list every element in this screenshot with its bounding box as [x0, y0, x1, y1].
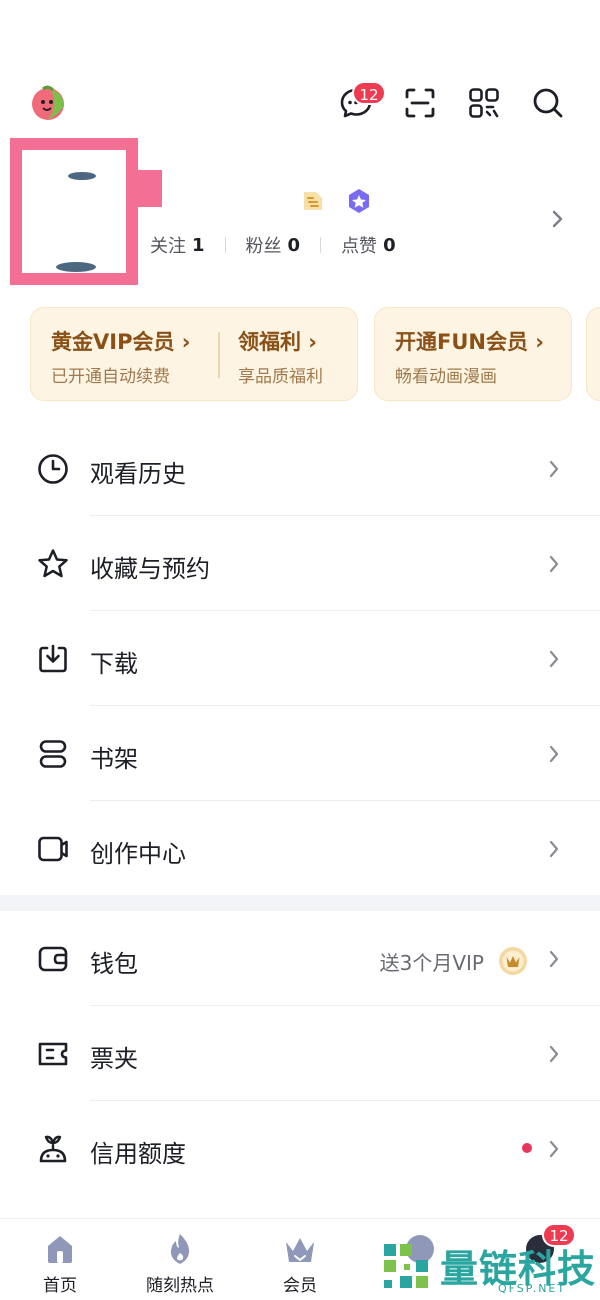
- menu-label: 钱包: [90, 950, 138, 978]
- next-card-peek[interactable]: [586, 307, 600, 401]
- top-bar: 12: [0, 78, 600, 128]
- menu-item-history[interactable]: 观看历史: [0, 421, 600, 516]
- wallet-promo-text: 送3个月VIP: [379, 950, 484, 975]
- chevron-right-icon: [549, 460, 559, 478]
- seedling-icon: [39, 1135, 67, 1163]
- wallet-promo: 送3个月VIP: [380, 946, 528, 976]
- chevron-right-icon: [549, 650, 559, 668]
- stat-likes[interactable]: 点赞 0: [341, 232, 396, 258]
- menu-label: 下载: [90, 650, 138, 678]
- menu-item-credit-limit[interactable]: 信用额度: [0, 1101, 600, 1196]
- fruit-avatar-icon[interactable]: [29, 84, 67, 122]
- message-badge: 12: [352, 81, 386, 105]
- avatar[interactable]: [10, 138, 138, 285]
- menu-label: 收藏与预约: [90, 555, 210, 583]
- nav-home[interactable]: 首页: [10, 1231, 110, 1296]
- menu-item-wallet[interactable]: 钱包 送3个月VIP: [0, 911, 600, 1006]
- menu-item-download[interactable]: 下载: [0, 611, 600, 706]
- watermark: 量链科技 QFSP.NET: [380, 1238, 600, 1298]
- stat-followers[interactable]: 粉丝 0: [246, 232, 301, 258]
- chevron-right-icon: [549, 555, 559, 573]
- nav-hot[interactable]: 随刻热点: [130, 1231, 230, 1296]
- menu-item-bookshelf[interactable]: 书架: [0, 706, 600, 801]
- message-icon[interactable]: 12: [338, 81, 386, 121]
- menu-label: 信用额度: [90, 1140, 186, 1168]
- chevron-right-icon[interactable]: [550, 208, 564, 230]
- section-divider: [0, 895, 600, 911]
- stat-following[interactable]: 关注 1: [150, 232, 205, 258]
- divider: [320, 237, 322, 253]
- menu-item-creator-center[interactable]: 创作中心: [0, 801, 600, 896]
- menu-label: 书架: [90, 745, 138, 773]
- fun-vip-card[interactable]: 开通FUN会员 › 畅看动画漫画: [374, 307, 572, 401]
- menu-label: 观看历史: [90, 460, 186, 488]
- search-icon[interactable]: [530, 85, 566, 121]
- menu-label: 创作中心: [90, 840, 186, 868]
- bookshelf-icon: [39, 740, 67, 768]
- crown-icon: [286, 1238, 314, 1262]
- nav-vip[interactable]: 会员: [250, 1231, 350, 1296]
- chevron-right-icon: [549, 1045, 559, 1063]
- username-mask: [138, 170, 162, 207]
- level-badge-icon[interactable]: [300, 188, 326, 214]
- watermark-logo-icon: [384, 1244, 428, 1288]
- scan-icon[interactable]: [402, 85, 438, 121]
- divider: [224, 237, 226, 253]
- welfare-entry[interactable]: 领福利 › 享品质福利: [238, 326, 323, 387]
- divider: [218, 332, 220, 378]
- vip-badge-icon[interactable]: [346, 188, 372, 214]
- download-icon: [39, 644, 67, 673]
- chevron-right-icon: [549, 840, 559, 858]
- menu-item-favorites[interactable]: 收藏与预约: [0, 516, 600, 611]
- chevron-right-icon: [549, 950, 559, 968]
- wallet-icon: [38, 946, 68, 972]
- membership-cards: 黄金VIP会员 › 已开通自动续费 领福利 › 享品质福利 开通FUN会员 › …: [30, 307, 600, 401]
- video-camera-icon: [38, 836, 68, 862]
- menu-label: 票夹: [90, 1045, 138, 1073]
- notification-dot: [522, 1143, 532, 1153]
- chevron-right-icon: [549, 1140, 559, 1158]
- gold-vip-entry[interactable]: 黄金VIP会员 › 已开通自动续费: [51, 326, 190, 387]
- profile-stats: 关注 1 粉丝 0 点赞 0: [150, 232, 396, 258]
- chevron-right-icon: [549, 745, 559, 763]
- star-icon: [38, 549, 68, 578]
- flame-icon: [170, 1234, 190, 1264]
- ticket-icon: [38, 1042, 68, 1066]
- clock-icon: [38, 454, 68, 484]
- gold-vip-card: 黄金VIP会员 › 已开通自动续费 领福利 › 享品质福利: [30, 307, 358, 401]
- profile-header[interactable]: 关注 1 粉丝 0 点赞 0: [0, 138, 600, 288]
- home-icon: [48, 1236, 72, 1263]
- qr-code-icon[interactable]: [466, 85, 502, 121]
- crown-badge-icon: [499, 947, 527, 975]
- menu-item-tickets[interactable]: 票夹: [0, 1006, 600, 1101]
